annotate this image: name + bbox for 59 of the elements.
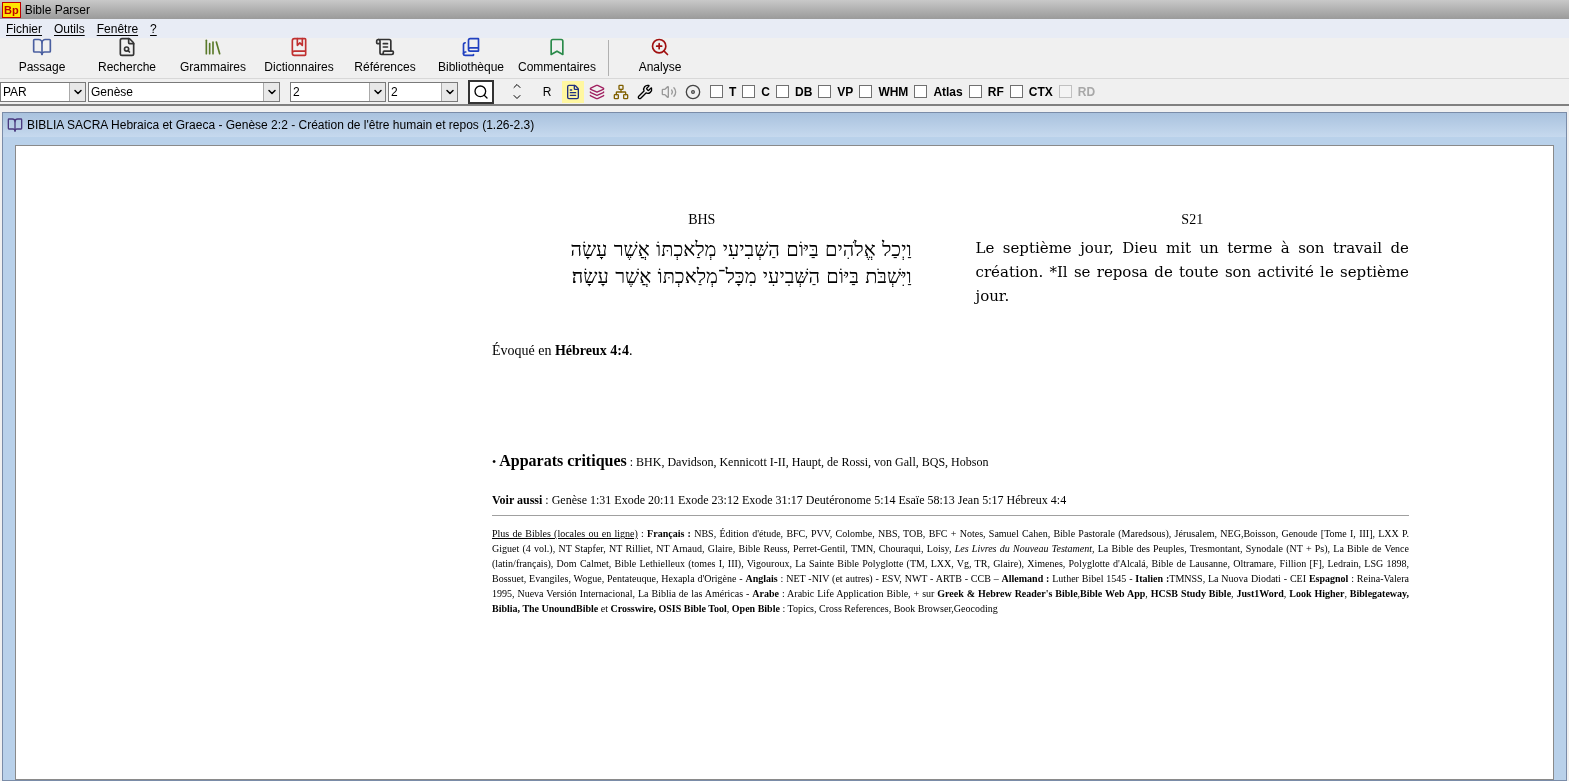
checkbox[interactable] [742, 85, 756, 98]
checkbox[interactable] [710, 85, 723, 98]
r-button[interactable]: R [534, 80, 560, 103]
checkbox-label: RF [987, 83, 1004, 101]
library-icon [461, 37, 481, 57]
checkbox[interactable] [1009, 85, 1023, 98]
see-also-references: Voir aussi : Genèse 1:31 Exode 20:11 Exode 23:12 Exode 31:17 Deutéronome 5:14 Esaïe 58:13 Jean 5:17 Hébreux 4:4 [492, 491, 1409, 516]
checkbox[interactable] [968, 85, 982, 98]
critical-apparatus: • Apparats critiques : BHK, Davidson, Kennicott I-II, Haupt, de Rossi, von Gall, BQS, Hobson [492, 451, 990, 472]
checkbox-label: T [729, 83, 737, 101]
checkbox-label: WHM [878, 83, 909, 101]
search-icon [117, 37, 137, 57]
column-heading: BHS [688, 211, 716, 229]
dropdown[interactable]: PAR [0, 81, 86, 102]
verse-text: Le septième jour, Dieu mit un terme à son travail de création. *Il se reposa de toute son activité le septième jour. [975, 238, 1409, 307]
bookmark-icon [547, 37, 567, 57]
menu-item[interactable]: Fichier [6, 19, 42, 38]
book-icon [7, 117, 23, 133]
dropdown[interactable]: 2 [290, 81, 386, 102]
toolbar-button[interactable]: Dictionnaires [256, 37, 342, 78]
toolbar-button[interactable]: Passage [0, 37, 84, 78]
checkbox-label: C [761, 83, 770, 101]
cross-reference-note: Évoqué en Hébreux 4:4. [492, 341, 634, 360]
toolbar-button[interactable]: Recherche [84, 37, 170, 78]
checkbox-label: Atlas [933, 83, 963, 101]
search-button[interactable] [468, 79, 494, 104]
search-icon [473, 83, 489, 100]
bible-list-paragraph: Plus de Bibles (locales ou en ligne) : Français : NBS, Édition d'étude, BFC, PVV, Colombe, NBS, TOB, BFC + Notes, Samuel Cahen, Bible Pastorale (Maredsous), Jérusalem, NEG,Boisson, Genoude [Tome I, III], LXX P. Giguet (4 vol.), NT Stapfer, NT Rilliet, NT Arnaud, Glaire, Bible Reuss, Perret-Gentil, TMN, Chouraqui, Loisy, Les Livres du Nouveau Testament, La Bible des Peuples, Tresmontant, Synodale (NT + Ps), La Bible de Vence (latin/français), Dom Calmet, Bible Lethielleux (tomes I, III), Vigouroux, La Sainte Bible Polyglotte (TM, LXX, Vg, TR, Glaire), Ximenes, Polyglotte d'Alcalá, Bible de Lausanne, Oltramare, Fillion [F], Ledrain, LSG 1898, Bossuet, Evangiles, Wogue, Pentateuque, Hexapla d'Origène - Anglais : NET -NIV (et autres) - ESV, NWT - ARTB - CCB – Allemand : Luther Bibel 1545 - Italien :TMNSS, La Nuova Diodati - CEI Espagnol : Reina-Valera 1995, Nueva Versión Internacional, La Biblia de las Américas - Arabe : Arabic Life Application Bible, + sur Greek & Hebrew Reader's Bible,Bible Web App, HCSB Study Bible, Just1Word, Look Higher, Biblegateway, Biblia, The UnoundBible et Crosswire, OSIS Bible Tool, Open Bible : Topics, Cross References, Book Browser,Geocoding [492, 527, 1409, 616]
dropdown[interactable]: 2 [388, 81, 458, 102]
hebrew-verse-line: וַיִּשְׁבֹּת בַּיּוֹם הַשְּׁבִיעִי מִכָּל־מְלַאכְתּוֹ אֲשֶׁר עָשָׂה׃ [570, 263, 912, 290]
magnifier-icon [650, 37, 670, 57]
window-title: BIBLIA SACRA Hebraica et Graeca - Genèse 2:2 - Création de l'être humain et repos (1.26-2.3) [27, 117, 535, 134]
app-logo: Bp [2, 1, 21, 18]
toolbar-button[interactable]: Bibliothèque [428, 37, 514, 78]
text-list-button[interactable] [562, 80, 584, 103]
toolbar-button[interactable]: Grammaires [170, 37, 256, 78]
checkbox[interactable] [818, 85, 832, 98]
toolbar-button[interactable]: Références [342, 37, 428, 78]
more-bibles-link[interactable]: Plus de Bibles (locales ou en ligne) [492, 528, 638, 539]
checkbox-label: RD [1077, 83, 1096, 101]
checkbox[interactable] [859, 85, 873, 98]
toolbar-button[interactable]: Analyse [617, 37, 703, 78]
checkbox-label: VP [837, 83, 854, 101]
hebrew-verse-line: וַיְכַל אֱלֹהִים בַּיּוֹם הַשְּׁבִיעִי מְלַאכְתּוֹ אֲשֶׁר עָשָׂה [569, 236, 912, 263]
checkbox[interactable] [776, 85, 789, 98]
menu-item[interactable]: Fenêtre [96, 19, 139, 38]
app-title: Bible Parser [24, 1, 91, 19]
menu-item[interactable]: ? [150, 19, 157, 38]
scroll-icon [375, 37, 395, 57]
dropdown[interactable]: Genèse [88, 81, 280, 102]
checkbox[interactable] [914, 85, 928, 98]
column-heading: S21 [1181, 211, 1204, 229]
checkbox-label: CTX [1028, 83, 1053, 101]
toolbar-button[interactable]: Commentaires [514, 37, 600, 78]
books-icon [203, 37, 223, 57]
checkbox-label: DB [795, 83, 813, 101]
dictionary-icon [289, 37, 309, 57]
book-icon [32, 37, 52, 57]
menu-item[interactable]: Outils [54, 19, 85, 38]
